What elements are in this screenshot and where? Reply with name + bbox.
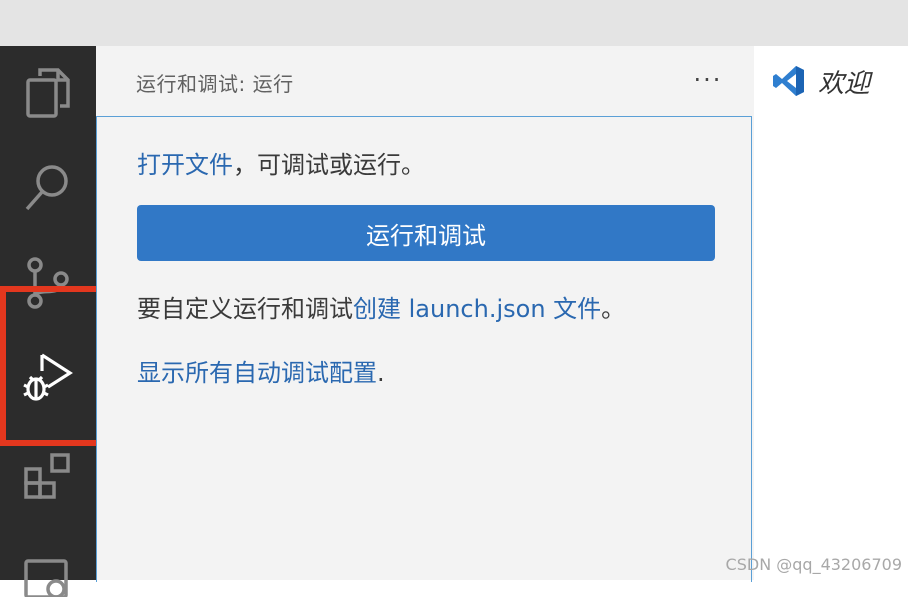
open-file-link[interactable]: 打开文件	[137, 151, 233, 179]
customize-suffix: 。	[601, 295, 626, 323]
run-debug-welcome-panel: 打开文件，可调试或运行。 运行和调试 要自定义运行和调试创建 launch.js…	[96, 116, 752, 582]
open-file-line: 打开文件，可调试或运行。	[137, 145, 425, 180]
sidebar-header: 运行和调试: 运行 ···	[96, 46, 754, 116]
sidebar-title: 运行和调试: 运行	[136, 72, 294, 96]
show-all-line: 显示所有自动调试配置.	[137, 353, 385, 388]
show-all-configs-link[interactable]: 显示所有自动调试配置	[137, 359, 377, 387]
open-file-text: ，可调试或运行。	[233, 151, 425, 179]
run-debug-sidebar: 运行和调试: 运行 ··· 打开文件，可调试或运行。 运行和调试 要自定义运行和…	[96, 46, 754, 582]
customize-line: 要自定义运行和调试创建 launch.json 文件。	[137, 289, 625, 324]
show-all-suffix: .	[377, 359, 385, 387]
create-launch-json-link[interactable]: 创建 launch.json 文件	[353, 295, 601, 323]
remote-explorer-icon[interactable]	[0, 536, 96, 606]
extensions-icon[interactable]	[0, 442, 96, 512]
run-and-debug-button[interactable]: 运行和调试	[137, 205, 715, 261]
active-item-highlight	[0, 286, 104, 446]
more-actions-button[interactable]: ···	[692, 64, 724, 96]
search-icon[interactable]	[0, 152, 96, 222]
editor-area: 欢迎	[754, 46, 908, 580]
vscode-logo-icon	[773, 66, 804, 96]
title-bar	[0, 0, 908, 46]
watermark: CSDN @qq_43206709	[725, 555, 902, 574]
tab-welcome[interactable]: 欢迎	[754, 46, 908, 116]
tab-label: 欢迎	[818, 68, 871, 99]
customize-prefix: 要自定义运行和调试	[137, 295, 353, 323]
explorer-icon[interactable]	[0, 58, 96, 128]
